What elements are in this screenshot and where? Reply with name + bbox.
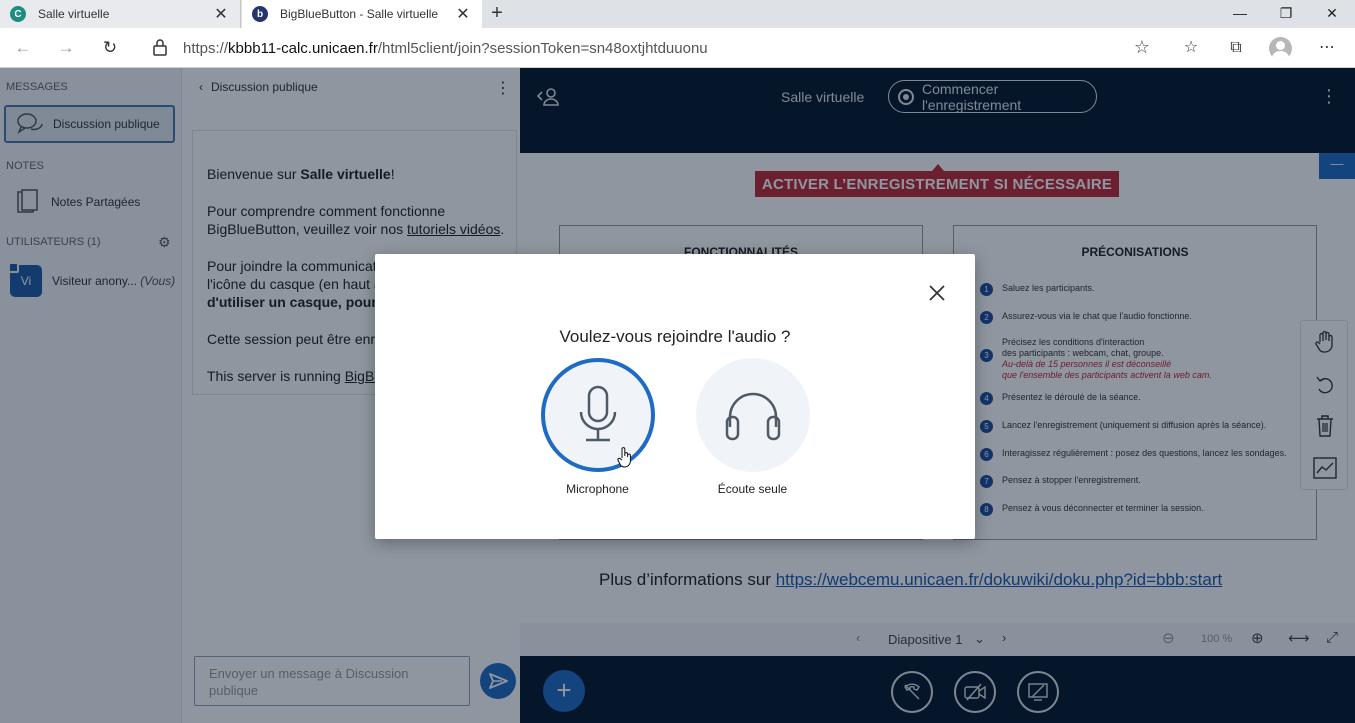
reload-icon[interactable]: ↻: [98, 36, 122, 60]
close-icon[interactable]: [926, 282, 948, 304]
browser-tab-bar: C Salle virtuelle ✕ b BigBlueButton - Sa…: [0, 0, 1355, 28]
listen-only-circle[interactable]: [695, 358, 810, 472]
new-tab-icon[interactable]: +: [484, 0, 510, 28]
listen-only-button[interactable]: Écoute seule: [695, 358, 810, 496]
microphone-button[interactable]: Microphone: [540, 358, 655, 496]
hand-cursor-icon: [617, 447, 631, 468]
favorite-star-icon[interactable]: ☆: [1134, 37, 1150, 58]
profile-avatar-icon[interactable]: [1269, 37, 1292, 60]
url-text: https://kbbb11-calc.unicaen.fr/html5clie…: [183, 40, 708, 57]
tab-close-icon[interactable]: ✕: [454, 4, 472, 24]
browser-tab-2[interactable]: b BigBlueButton - Salle virtuelle ✕: [242, 0, 482, 28]
minimize-icon[interactable]: —: [1217, 0, 1263, 28]
back-icon[interactable]: ←: [11, 36, 35, 60]
url-field[interactable]: https://kbbb11-calc.unicaen.fr/html5clie…: [140, 32, 1162, 64]
listen-only-label: Écoute seule: [717, 482, 788, 496]
browser-tab-1[interactable]: C Salle virtuelle ✕: [0, 0, 241, 28]
address-bar: ← → ↻ https://kbbb11-calc.unicaen.fr/htm…: [0, 28, 1355, 68]
microphone-icon: [579, 385, 616, 442]
forward-icon[interactable]: →: [54, 36, 78, 60]
tab-title: BigBlueButton - Salle virtuelle: [280, 7, 439, 21]
tab-title: Salle virtuelle: [38, 7, 110, 21]
tab-favicon-icon: b: [252, 6, 268, 22]
microphone-label: Microphone: [566, 482, 629, 496]
favorites-icon[interactable]: ☆: [1180, 37, 1202, 59]
audio-modal: Voulez-vous rejoindre l'audio ? Micropho…: [375, 254, 975, 539]
window-close-icon[interactable]: ✕: [1309, 0, 1355, 28]
lock-icon: [153, 39, 167, 56]
tab-close-icon[interactable]: ✕: [212, 4, 230, 24]
restore-icon[interactable]: ❐: [1263, 0, 1309, 28]
microphone-circle[interactable]: [540, 358, 655, 472]
tab-favicon-icon: C: [10, 6, 26, 22]
collections-icon[interactable]: ⧉: [1225, 37, 1247, 59]
browser-menu-icon[interactable]: ⋯: [1316, 37, 1338, 59]
headphones-icon: [725, 392, 780, 441]
modal-title: Voulez-vous rejoindre l'audio ?: [559, 327, 791, 346]
